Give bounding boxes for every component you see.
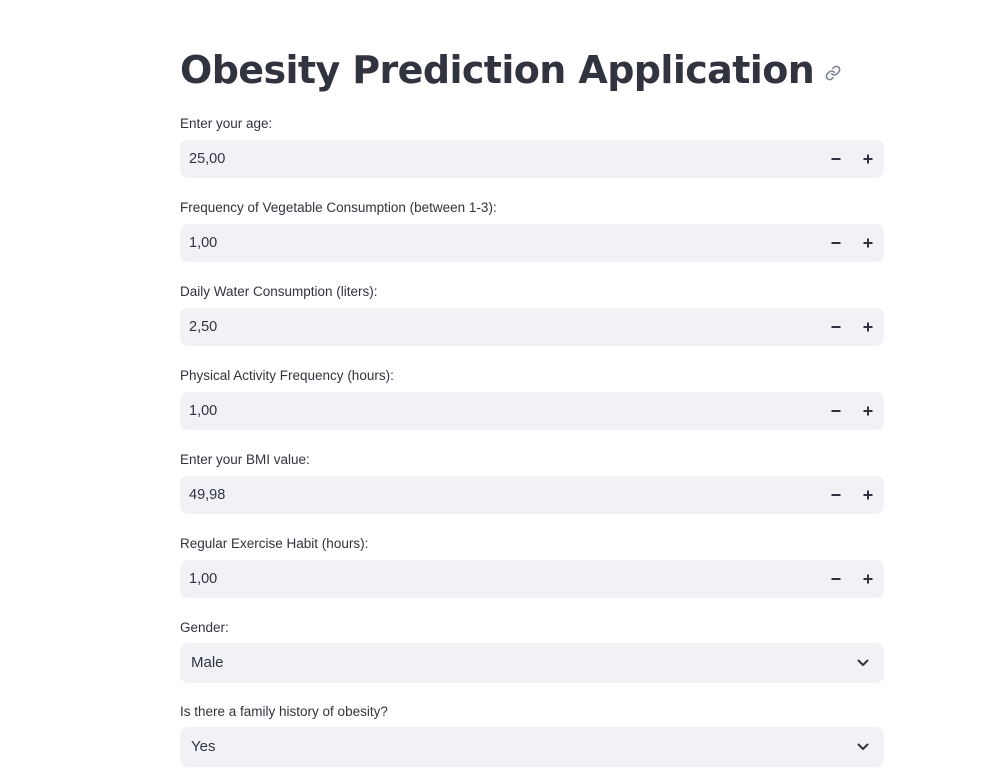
plus-icon [863,154,873,164]
vegetable-consumption-input[interactable]: 1,00 [180,224,884,262]
family-history-selected-value: Yes [191,738,216,755]
bmi-value[interactable]: 49,98 [189,476,225,514]
minus-icon [831,158,841,160]
minus-icon [831,578,841,580]
exercise-habit-input[interactable]: 1,00 [180,560,884,598]
plus-icon [863,574,873,584]
gender-select[interactable]: Male [180,643,884,683]
link-icon[interactable] [824,64,842,82]
water-consumption-input[interactable]: 2,50 [180,308,884,346]
family-history-select[interactable]: Yes [180,727,884,767]
activity-decrement-button[interactable] [820,392,852,430]
bmi-label: Enter your BMI value: [180,452,310,467]
minus-icon [831,326,841,328]
vegetable-increment-button[interactable] [852,224,884,262]
age-value[interactable]: 25,00 [189,140,225,178]
water-consumption-label: Daily Water Consumption (liters): [180,284,378,299]
age-label: Enter your age: [180,116,273,131]
age-increment-button[interactable] [852,140,884,178]
vegetable-consumption-label: Frequency of Vegetable Consumption (betw… [180,200,497,215]
gender-selected-value: Male [191,654,224,671]
activity-increment-button[interactable] [852,392,884,430]
minus-icon [831,410,841,412]
vegetable-decrement-button[interactable] [820,224,852,262]
age-input[interactable]: 25,00 [180,140,884,178]
exercise-decrement-button[interactable] [820,560,852,598]
physical-activity-label: Physical Activity Frequency (hours): [180,368,394,383]
plus-icon [863,238,873,248]
water-increment-button[interactable] [852,308,884,346]
vegetable-consumption-value[interactable]: 1,00 [189,224,217,262]
bmi-increment-button[interactable] [852,476,884,514]
chevron-down-icon [857,743,869,750]
exercise-habit-label: Regular Exercise Habit (hours): [180,536,369,551]
minus-icon [831,242,841,244]
exercise-habit-value[interactable]: 1,00 [189,560,217,598]
plus-icon [863,406,873,416]
chevron-down-icon [857,659,869,666]
bmi-decrement-button[interactable] [820,476,852,514]
age-decrement-button[interactable] [820,140,852,178]
page-title: Obesity Prediction Application [180,48,815,92]
physical-activity-input[interactable]: 1,00 [180,392,884,430]
physical-activity-value[interactable]: 1,00 [189,392,217,430]
family-history-label: Is there a family history of obesity? [180,704,388,719]
water-decrement-button[interactable] [820,308,852,346]
minus-icon [831,494,841,496]
plus-icon [863,322,873,332]
gender-label: Gender: [180,620,229,635]
title-row: Obesity Prediction Application [180,42,842,98]
plus-icon [863,490,873,500]
bmi-input[interactable]: 49,98 [180,476,884,514]
exercise-increment-button[interactable] [852,560,884,598]
water-consumption-value[interactable]: 2,50 [189,308,217,346]
